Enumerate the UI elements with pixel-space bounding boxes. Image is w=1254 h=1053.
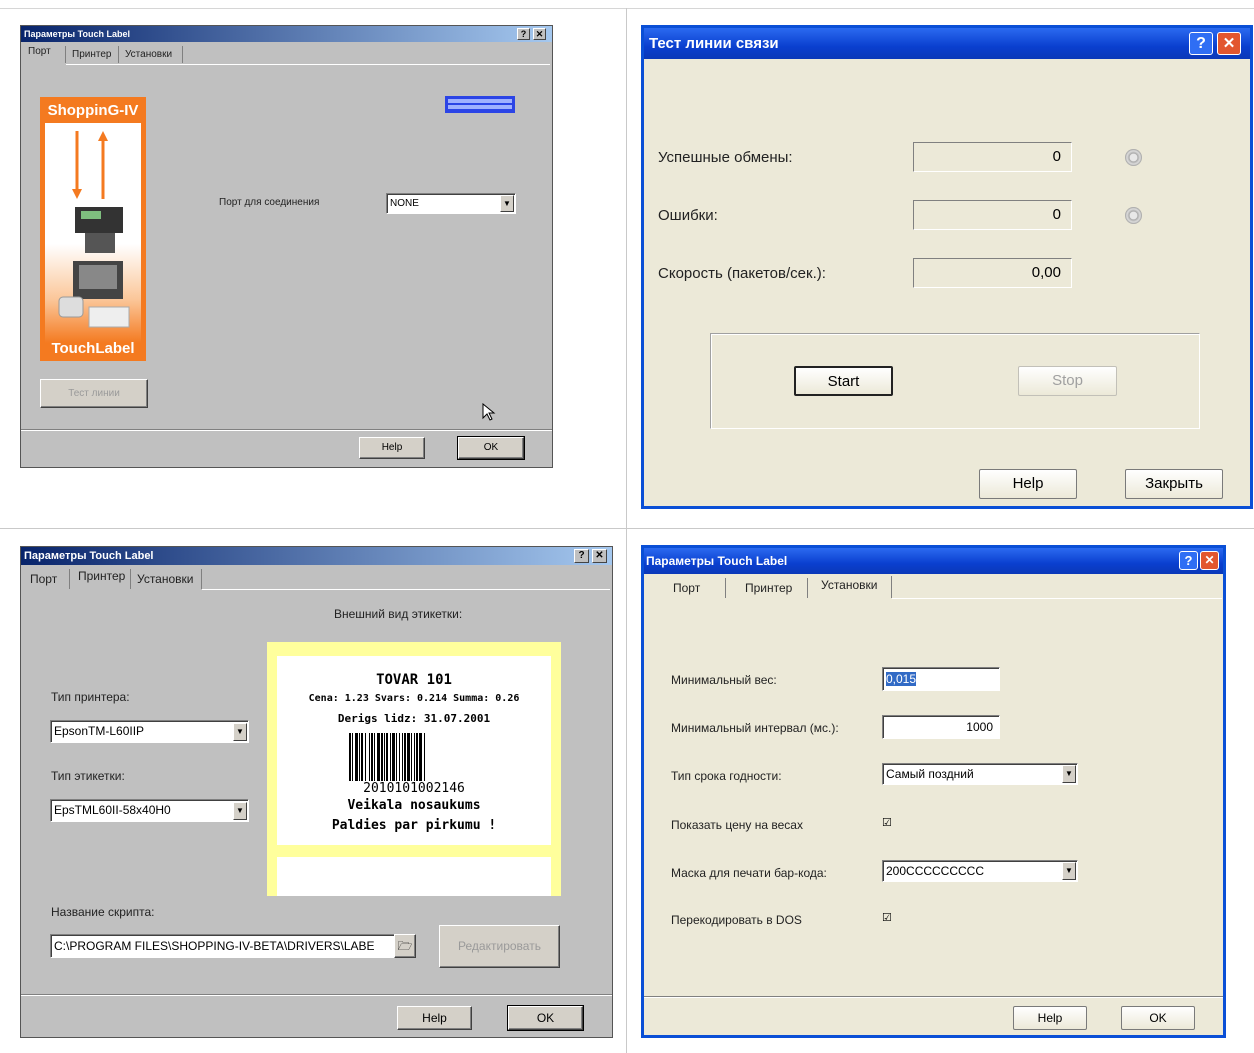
window-title: Параметры Touch Label <box>24 550 154 562</box>
window-title: Параметры Touch Label <box>24 29 130 39</box>
script-path-input[interactable]: C:\PROGRAM FILES\SHOPPING-IV-BETA\DRIVER… <box>50 934 395 958</box>
chevron-down-icon[interactable]: ▼ <box>1062 862 1076 880</box>
success-indicator-icon <box>1125 149 1142 166</box>
printer-type-label: Тип принтера: <box>51 690 130 704</box>
label-line-5: Paldies par pirkumu ! <box>331 818 497 833</box>
chevron-down-icon[interactable]: ▼ <box>233 802 247 820</box>
barcode-mask-label: Маска для печати бар-кода: <box>671 866 827 880</box>
chevron-down-icon[interactable]: ▼ <box>500 195 514 212</box>
test-line-button[interactable]: Тест линии <box>40 379 148 408</box>
barcode-image <box>349 733 425 781</box>
label-line-1: TOVAR 101 <box>376 672 452 688</box>
recode-dos-label: Перекодировать в DOS <box>671 913 802 927</box>
cursor-icon <box>482 403 496 421</box>
scale-illustration <box>58 131 130 328</box>
chevron-down-icon[interactable]: ▼ <box>233 723 247 741</box>
barcode-mask-select[interactable]: 200CCCCCCCCC <box>882 860 1078 882</box>
label-line-4: Veikala nosaukums <box>347 798 481 813</box>
tab-settings[interactable]: Установки <box>125 49 172 60</box>
window-title: Тест линии связи <box>649 35 779 52</box>
help-icon[interactable]: ? <box>517 28 530 40</box>
title-bar[interactable]: Параметры Touch Label <box>21 547 612 565</box>
tab-printer[interactable]: Принтер <box>72 49 111 60</box>
preview-label: Внешний вид этикетки: <box>334 607 463 621</box>
title-bar[interactable]: Тест линии связи <box>644 28 1250 59</box>
close-icon[interactable]: ✕ <box>533 28 546 40</box>
tab-port[interactable]: Порт <box>28 46 51 57</box>
controls-group <box>710 333 1200 429</box>
tab-printer[interactable]: Принтер <box>745 581 792 595</box>
port-select[interactable]: NONE <box>386 193 516 214</box>
label-preview: TOVAR 101 Cena: 1.23 Svars: 0.214 Summa:… <box>267 642 561 896</box>
speed-value: 0,00 <box>913 258 1072 288</box>
brand-badge <box>445 96 515 113</box>
show-price-label: Показать цену на весах <box>671 818 803 832</box>
close-icon[interactable]: ✕ <box>592 549 607 563</box>
min-interval-input[interactable]: 1000 <box>882 715 1000 739</box>
recode-dos-checkbox[interactable]: ☑ <box>882 911 892 924</box>
label-type-select[interactable]: EpsTML60II-58x40H0 <box>50 799 249 822</box>
tab-printer[interactable]: Принтер <box>78 569 125 583</box>
ok-button[interactable]: OK <box>507 1005 584 1031</box>
tab-settings[interactable]: Установки <box>821 578 877 592</box>
window-title: Параметры Touch Label <box>646 554 788 568</box>
logo-top-text: ShoppinG-IV <box>47 102 139 119</box>
help-button[interactable]: Help <box>979 469 1077 499</box>
label-type-label: Тип этикетки: <box>51 769 125 783</box>
errors-indicator-icon <box>1125 207 1142 224</box>
min-weight-value: 0,015 <box>886 672 917 686</box>
stop-button[interactable]: Stop <box>1018 366 1117 396</box>
speed-label: Скорость (пакетов/сек.): <box>658 265 826 282</box>
success-value: 0 <box>913 142 1072 172</box>
browse-folder-icon[interactable]: 🗁 <box>394 934 416 958</box>
printer-type-select[interactable]: EpsonTM-L60IIP <box>50 720 249 743</box>
chevron-down-icon[interactable]: ▼ <box>1062 765 1076 783</box>
help-button[interactable]: Help <box>1013 1006 1087 1030</box>
installation-settings-window: Параметры Touch Label ? ✕ Порт Принтер У… <box>641 545 1226 1038</box>
script-label: Название скрипта: <box>51 905 155 919</box>
tab-port[interactable]: Порт <box>30 572 57 586</box>
help-button[interactable]: Help <box>359 437 425 459</box>
title-bar[interactable]: Параметры Touch Label <box>21 26 552 42</box>
touchlabel-logo: ShoppinG-IV TouchLabel <box>40 97 146 361</box>
line-test-window: Тест линии связи ? ✕ Успешные обмены: 0 … <box>641 25 1253 509</box>
help-icon[interactable]: ? <box>1179 551 1198 570</box>
close-button[interactable]: Закрыть <box>1125 469 1223 499</box>
errors-value: 0 <box>913 200 1072 230</box>
close-icon[interactable]: ✕ <box>1217 32 1241 55</box>
min-interval-label: Минимальный интервал (мс.): <box>671 721 839 735</box>
label-line-3: Derigs lidz: 31.07.2001 <box>337 712 491 725</box>
success-label: Успешные обмены: <box>658 149 793 166</box>
start-button[interactable]: Start <box>794 366 893 396</box>
port-label: Порт для соединения <box>219 197 320 208</box>
expiry-type-select[interactable]: Самый поздний <box>882 763 1078 785</box>
title-bar[interactable]: Параметры Touch Label <box>644 548 1223 574</box>
min-weight-input[interactable]: 0,015 <box>882 667 1000 691</box>
errors-label: Ошибки: <box>658 207 718 224</box>
ok-button[interactable]: OK <box>457 436 525 460</box>
close-icon[interactable]: ✕ <box>1200 551 1219 570</box>
printer-settings-window: Параметры Touch Label ? ✕ Порт Принтер У… <box>20 546 613 1038</box>
label-line-2: Cena: 1.23 Svars: 0.214 Summa: 0.26 <box>308 693 520 704</box>
port-settings-window: Параметры Touch Label ? ✕ Порт Принтер У… <box>20 25 553 468</box>
show-price-checkbox[interactable]: ☑ <box>882 816 892 829</box>
help-icon[interactable]: ? <box>574 549 589 563</box>
help-icon[interactable]: ? <box>1189 32 1213 55</box>
tab-port[interactable]: Порт <box>673 581 700 595</box>
label-barcode-number: 2010101002146 <box>363 781 465 796</box>
tab-settings[interactable]: Установки <box>137 572 193 586</box>
ok-button[interactable]: OK <box>1121 1006 1195 1030</box>
logo-bottom-text: TouchLabel <box>51 340 135 357</box>
edit-script-button[interactable]: Редактировать <box>439 925 560 968</box>
min-weight-label: Минимальный вес: <box>671 673 777 687</box>
help-button[interactable]: Help <box>397 1006 472 1030</box>
expiry-type-label: Тип срока годности: <box>671 769 782 783</box>
